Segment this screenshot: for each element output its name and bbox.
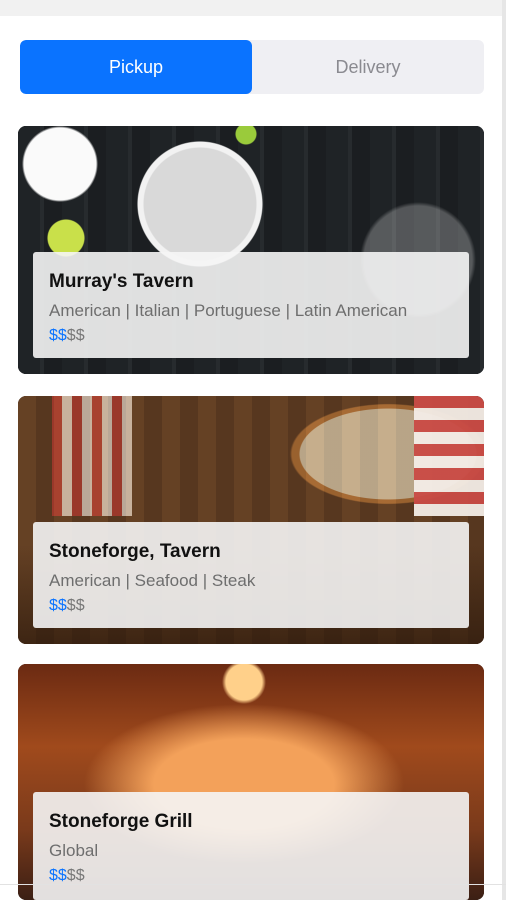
restaurant-card[interactable]: Murray's Tavern American | Italian | Por…: [18, 126, 484, 374]
price-inactive: $$: [66, 327, 85, 344]
restaurant-card[interactable]: Stoneforge, Tavern American | Seafood | …: [18, 396, 484, 644]
price-level: $$$$: [49, 326, 453, 346]
bottom-divider: [0, 884, 506, 885]
price-active: $$: [49, 597, 67, 614]
restaurant-cuisine: Global: [49, 841, 99, 860]
price-active: $$: [49, 867, 67, 884]
restaurant-name: Stoneforge, Tavern: [49, 541, 221, 562]
price-active: $$: [49, 327, 67, 344]
restaurant-cuisine: American | Seafood | Steak: [49, 571, 256, 590]
price-level: $$$$: [49, 866, 453, 886]
restaurant-cuisine: American | Italian | Portuguese | Latin …: [49, 301, 408, 320]
restaurant-card[interactable]: Stoneforge Grill Global $$$$: [18, 664, 484, 900]
pickup-delivery-toggle: Pickup Delivery: [20, 40, 484, 94]
status-bar: [0, 0, 506, 16]
restaurant-info: Murray's Tavern American | Italian | Por…: [33, 252, 469, 358]
pickup-tab[interactable]: Pickup: [20, 40, 252, 94]
restaurant-name: Stoneforge Grill: [49, 811, 193, 832]
restaurant-info: Stoneforge, Tavern American | Seafood | …: [33, 522, 469, 628]
price-level: $$$$: [49, 596, 453, 616]
delivery-tab[interactable]: Delivery: [252, 40, 484, 94]
price-inactive: $$: [66, 597, 85, 614]
price-inactive: $$: [66, 867, 85, 884]
scrollbar-track: [502, 0, 506, 900]
restaurant-name: Murray's Tavern: [49, 271, 194, 292]
restaurant-list-screen: Pickup Delivery Murray's Tavern American…: [0, 0, 506, 900]
